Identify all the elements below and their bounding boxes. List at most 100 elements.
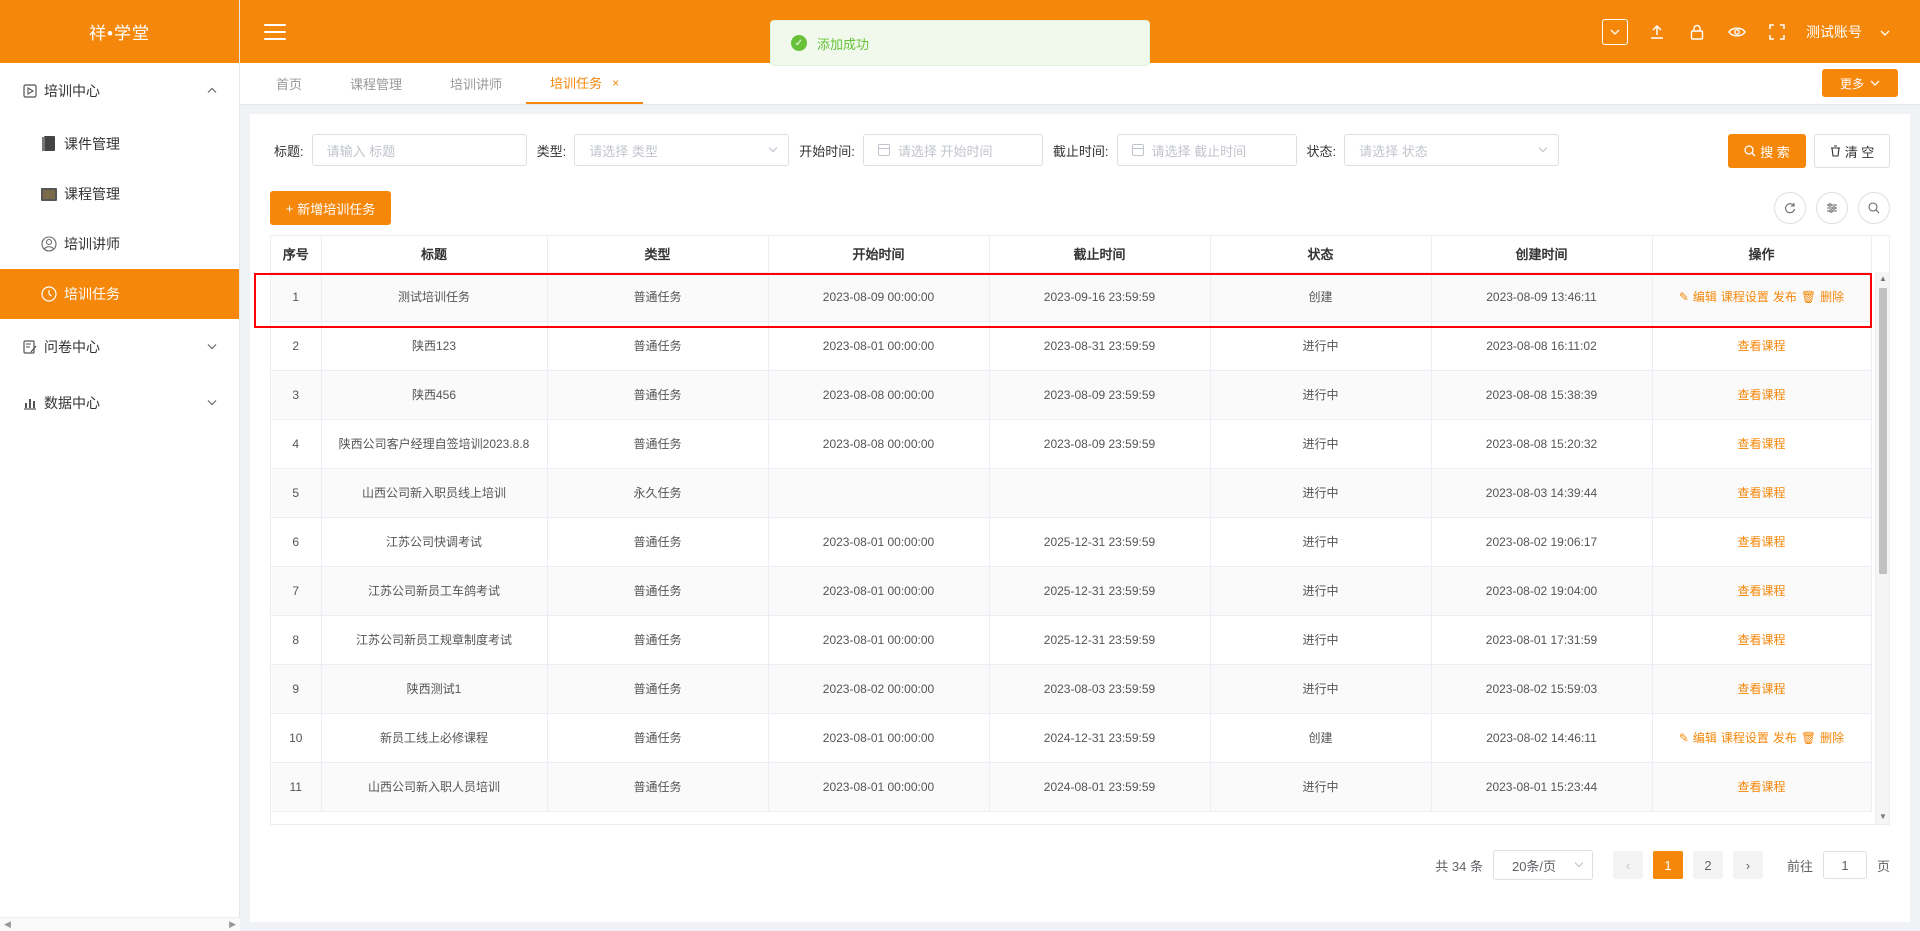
app-logo[interactable]: 祥•学堂 (0, 0, 239, 63)
row-status: 创建 (1210, 713, 1432, 763)
page-button-2[interactable]: 2 (1692, 851, 1723, 879)
edit-link[interactable]: 编辑 (1693, 731, 1717, 745)
refresh-icon[interactable] (1774, 192, 1806, 224)
row-actions: 查看课程 (1652, 566, 1872, 616)
column-header[interactable]: 操作 (1652, 236, 1872, 273)
course-settings-link[interactable]: 课程设置 (1721, 731, 1769, 745)
view-course-link[interactable]: 查看课程 (1737, 535, 1785, 549)
fullscreen-icon[interactable] (1766, 21, 1788, 43)
table-row[interactable]: 6 江苏公司快调考试 普通任务 2023-08-01 00:00:00 2025-12-… (271, 517, 1872, 567)
clear-button[interactable]: 清 空 (1814, 134, 1890, 168)
end-date-picker[interactable]: 请选择 截止时间 (1116, 134, 1297, 166)
upload-icon[interactable] (1646, 21, 1668, 43)
table-row[interactable]: 5 山西公司新入职员线上培训 永久任务 进行中 2023-08-03 14:39:44 查… (271, 468, 1872, 518)
row-actions: 查看课程 (1652, 517, 1872, 567)
table-row[interactable]: 9 陕西测试1 普通任务 2023-08-02 00:00:00 2023-08-03 … (271, 664, 1872, 714)
column-header[interactable]: 创建时间 (1431, 236, 1653, 273)
tab-close-icon[interactable]: × (612, 76, 619, 90)
user-chevron-down-icon[interactable] (1880, 24, 1890, 39)
menu-group-survey[interactable]: 问卷中心 (0, 319, 239, 375)
lock-icon[interactable] (1686, 21, 1708, 43)
status-select[interactable]: 请选择 状态 (1344, 134, 1560, 166)
column-header[interactable]: 截止时间 (989, 236, 1211, 273)
edit-icon: ✎ (1678, 290, 1689, 304)
table-row[interactable]: 11 山西公司新入职人员培训 普通任务 2023-08-01 00:00:00 2024… (271, 762, 1872, 812)
row-status: 创建 (1210, 272, 1432, 322)
row-actions: ✎ 编辑 课程设置 发布 🗑 删除 (1652, 713, 1872, 763)
tab-course-management[interactable]: 课程管理 (326, 63, 426, 104)
publish-link[interactable]: 发布 (1773, 731, 1797, 745)
column-header[interactable]: 开始时间 (768, 236, 990, 273)
view-course-link[interactable]: 查看课程 (1737, 780, 1785, 794)
tab-training-task[interactable]: 培训任务 × (526, 63, 644, 104)
title-input[interactable]: 请输入 标题 (311, 134, 527, 166)
row-end-time: 2024-12-31 23:59:59 (989, 713, 1211, 763)
table-row[interactable]: 4 陕西公司客户经理自签培训2023.8.8 普通任务 2023-08-08 00:0… (271, 419, 1872, 469)
search-button[interactable]: 搜 索 (1728, 134, 1806, 168)
course-settings-link[interactable]: 课程设置 (1721, 290, 1769, 304)
column-header[interactable]: 序号 (271, 236, 322, 273)
sidebar-item-courseware[interactable]: 课件管理 (0, 119, 239, 169)
table-row[interactable]: 3 陕西456 普通任务 2023-08-08 00:00:00 2023-08-09 … (271, 370, 1872, 420)
sidebar-item-course[interactable]: 课程管理 (0, 169, 239, 219)
table-row[interactable]: 7 江苏公司新员工车鸽考试 普通任务 2023-08-01 00:00:00 2025-… (271, 566, 1872, 616)
scroll-down-icon[interactable]: ▼ (1876, 810, 1889, 824)
success-toast: ✓ 添加成功 (770, 20, 1150, 66)
user-account-name[interactable]: 测试账号 (1806, 22, 1862, 42)
row-actions: ✎ 编辑 课程设置 发布 🗑 删除 (1652, 272, 1872, 322)
column-settings-icon[interactable] (1816, 192, 1848, 224)
publish-link[interactable]: 发布 (1773, 290, 1797, 304)
view-course-link[interactable]: 查看课程 (1737, 339, 1785, 353)
column-header[interactable]: 类型 (547, 236, 769, 273)
row-type: 普通任务 (547, 713, 769, 763)
table-row[interactable]: 1 测试培训任务 普通任务 2023-08-09 00:00:00 2023-09-16… (271, 272, 1872, 322)
task-table: 序号 标题 类型 开始时间 截止时间 状态 创建时间 操作 1 测试培训任务 普通任… (270, 235, 1890, 825)
tab-lecturer[interactable]: 培训讲师 (426, 63, 526, 104)
scroll-right-icon[interactable]: ▶ (229, 919, 236, 930)
view-course-link[interactable]: 查看课程 (1737, 486, 1785, 500)
sidebar-item-lecturer[interactable]: 培训讲师 (0, 219, 239, 269)
tab-home[interactable]: 首页 (252, 63, 326, 104)
menu-group-training[interactable]: 培训中心 (0, 63, 239, 119)
goto-page-input[interactable]: 1 (1822, 851, 1867, 879)
prev-page-button[interactable]: ‹ (1612, 851, 1643, 879)
table-row[interactable]: 2 陕西123 普通任务 2023-08-01 00:00:00 2023-08-31 … (271, 321, 1872, 371)
sidebar-item-training-task[interactable]: 培训任务 (0, 269, 239, 319)
search-toggle-icon[interactable] (1858, 192, 1890, 224)
view-course-link[interactable]: 查看课程 (1737, 584, 1785, 598)
delete-link[interactable]: 删除 (1820, 290, 1844, 304)
delete-link[interactable]: 删除 (1820, 731, 1844, 745)
column-header[interactable]: 标题 (321, 236, 548, 273)
table-row[interactable]: 8 江苏公司新员工规章制度考试 普通任务 2023-08-01 00:00:00 202… (271, 615, 1872, 665)
add-training-task-button[interactable]: + 新增培训任务 (270, 191, 391, 225)
column-header[interactable]: 状态 (1210, 236, 1432, 273)
edit-link[interactable]: 编辑 (1693, 290, 1717, 304)
type-select[interactable]: 请选择 类型 (574, 134, 790, 166)
row-index: 9 (271, 664, 322, 714)
scroll-left-icon[interactable]: ◀ (4, 919, 11, 930)
row-start-time (768, 468, 990, 518)
more-button[interactable]: 更多 (1822, 69, 1898, 97)
page-size-select[interactable]: 20条/页 (1492, 850, 1593, 880)
toast-message: 添加成功 (817, 36, 870, 52)
view-course-link[interactable]: 查看课程 (1737, 633, 1785, 647)
next-page-button[interactable]: › (1732, 851, 1763, 879)
hamburger-menu-icon[interactable] (264, 23, 286, 40)
sidebar-horizontal-scrollbar[interactable]: ◀ ▶ (0, 917, 240, 931)
dropdown-toggle-icon[interactable] (1602, 18, 1628, 45)
scrollbar-thumb[interactable] (1879, 288, 1887, 574)
view-course-link[interactable]: 查看课程 (1737, 682, 1785, 696)
chevron-down-icon (1574, 860, 1584, 871)
eye-icon[interactable] (1726, 21, 1748, 43)
table-vertical-scrollbar[interactable]: ▲ ▼ (1875, 272, 1889, 824)
start-date-picker[interactable]: 请选择 开始时间 (862, 134, 1043, 166)
table-row[interactable]: 10 新员工线上必修课程 普通任务 2023-08-01 00:00:00 2024-1… (271, 713, 1872, 763)
scroll-up-icon[interactable]: ▲ (1876, 272, 1889, 286)
page-button-1[interactable]: 1 (1652, 851, 1683, 879)
view-course-link[interactable]: 查看课程 (1737, 388, 1785, 402)
view-course-link[interactable]: 查看课程 (1737, 437, 1785, 451)
sidebar-item-label: 课程管理 (64, 186, 120, 202)
row-actions: 查看课程 (1652, 370, 1872, 420)
row-start-time: 2023-08-01 00:00:00 (768, 615, 990, 665)
menu-group-data[interactable]: 数据中心 (0, 375, 239, 431)
